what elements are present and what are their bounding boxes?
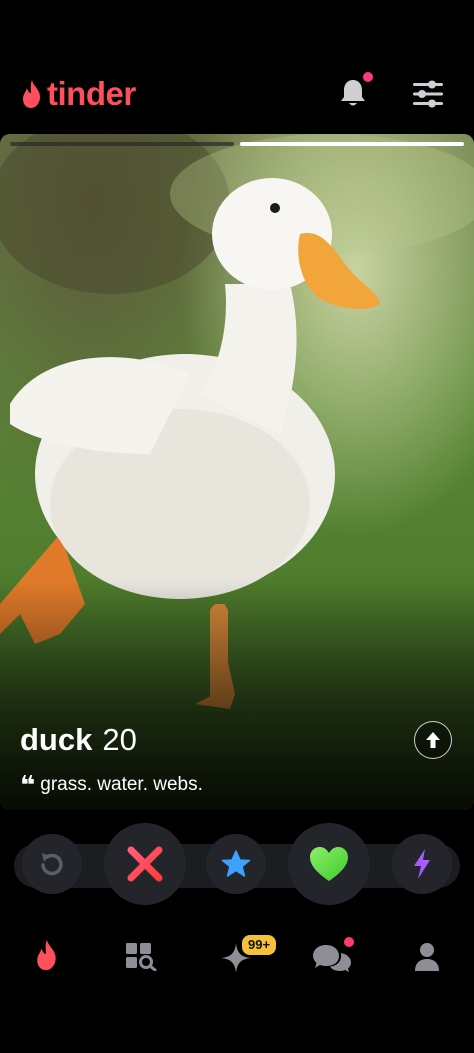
filters-icon[interactable] (412, 80, 444, 108)
nope-button[interactable] (104, 823, 186, 905)
x-icon (127, 846, 163, 882)
name-age: duck 20 (20, 722, 137, 758)
heart-icon (310, 847, 348, 881)
photo-progress-segment-1[interactable] (10, 142, 234, 146)
tab-chat-icon[interactable] (312, 943, 352, 973)
tab-swipe-flame-icon[interactable] (34, 938, 60, 972)
bell-icon[interactable] (338, 76, 368, 110)
flame-icon (23, 80, 40, 108)
like-button[interactable] (288, 823, 370, 905)
profile-info-button[interactable] (414, 721, 452, 759)
bio-text: grass. water. webs. (40, 774, 203, 795)
photo-progress (10, 142, 464, 146)
super-like-button[interactable] (206, 834, 266, 894)
boost-button[interactable] (392, 834, 452, 894)
profile-bio: ❝ grass. water. webs. (20, 770, 203, 800)
rewind-button[interactable] (22, 834, 82, 894)
tinder-logo[interactable]: tinder (20, 76, 136, 112)
profile-card[interactable]: duck 20 ❝ grass. water. webs. (0, 134, 474, 810)
arrow-up-icon (426, 732, 440, 748)
notification-dot (363, 72, 373, 82)
likes-count-badge: 99+ (240, 933, 279, 957)
photo-progress-segment-2[interactable] (240, 142, 464, 146)
quote-icon: ❝ (20, 770, 36, 800)
bolt-icon (414, 849, 430, 879)
tab-explore-grid-icon[interactable] (124, 941, 158, 971)
star-icon (221, 850, 251, 877)
tab-profile-icon[interactable] (414, 942, 440, 972)
rewind-icon (41, 853, 63, 876)
chat-notification-dot (344, 937, 354, 947)
profile-name: duck (20, 722, 93, 757)
logo-wordmark: tinder (47, 75, 136, 112)
profile-age: 20 (102, 722, 137, 757)
top-header: tinder (0, 0, 474, 134)
